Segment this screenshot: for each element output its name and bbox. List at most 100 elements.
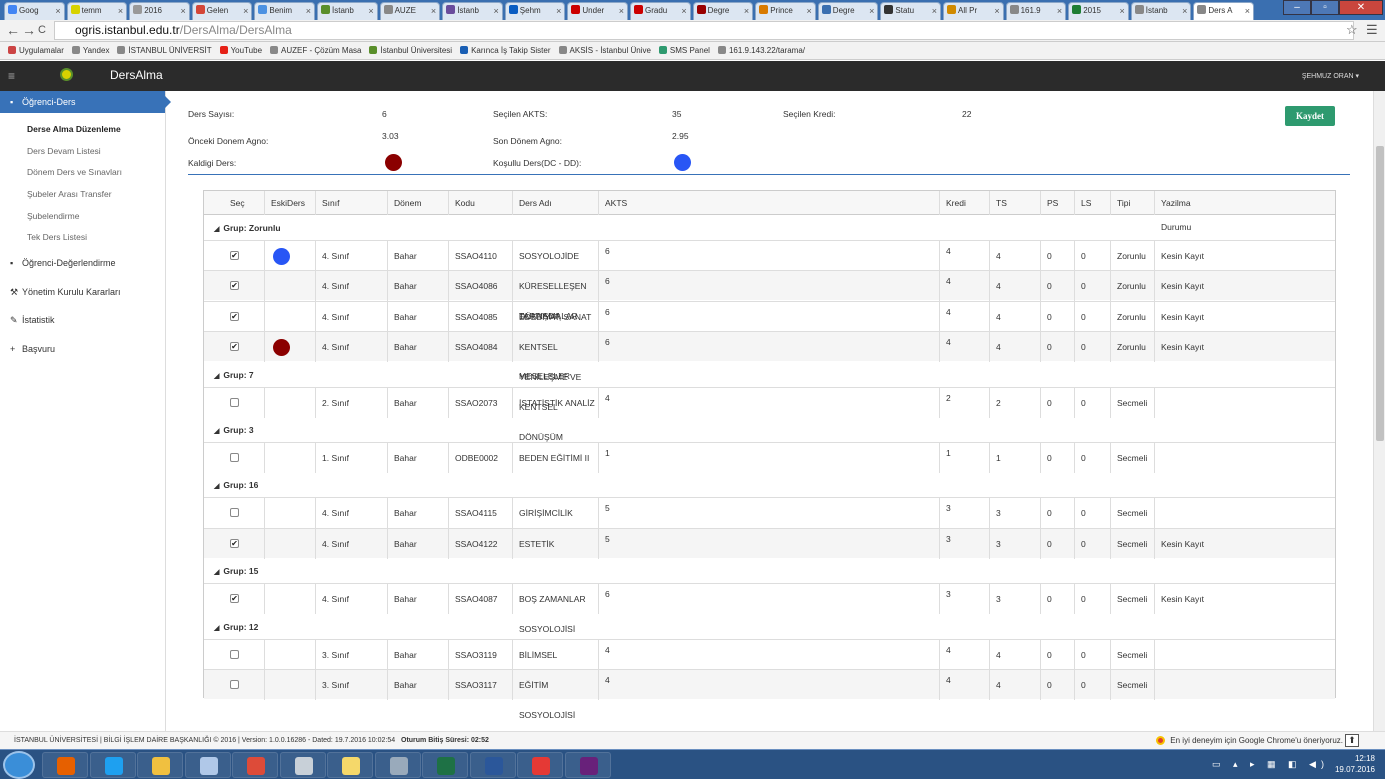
collapse-triangle-icon[interactable]: ◢ — [214, 428, 219, 435]
sidebar-subitem[interactable]: Şubelendirme — [0, 206, 165, 228]
group-row[interactable]: ◢ Grup: 3 — [204, 418, 1335, 442]
browser-tab[interactable]: Under × — [567, 2, 628, 20]
table-row[interactable]: ✔ 4. Sınıf Bahar SSAO4122 ESTETİK 5 3 3 0 0 Secmel… — [204, 527, 1335, 559]
table-row[interactable]: 3. Sınıf Bahar SSAO3117 EĞİTİM SOSYOLOJİSİ 4… — [204, 669, 1335, 720]
browser-tab[interactable]: Benim × — [254, 2, 315, 20]
bookmark-item[interactable]: AUZEF - Çözüm Masa — [270, 46, 361, 55]
reload-button[interactable]: C — [38, 24, 46, 36]
column-header[interactable]: AKTS — [598, 191, 939, 215]
tab-close-icon[interactable]: × — [932, 3, 937, 19]
tab-close-icon[interactable]: × — [118, 3, 123, 19]
forward-button[interactable]: → — [22, 22, 36, 38]
table-row[interactable]: ✔ 4. Sınıf Bahar SSAO4087 BOŞ ZAMANLAR SOSYO… — [204, 583, 1335, 634]
browser-menu-icon[interactable]: ☰ — [1366, 22, 1378, 38]
column-header[interactable]: Dönem — [387, 191, 448, 215]
taskbar-app-vs[interactable] — [564, 752, 611, 778]
group-row[interactable]: ◢ Grup: 16 — [204, 473, 1335, 497]
taskbar-app-excel[interactable] — [422, 752, 468, 778]
minimize-button[interactable]: ‒ — [1283, 0, 1311, 15]
tab-close-icon[interactable]: × — [869, 3, 874, 19]
column-header[interactable]: Tipi — [1110, 191, 1154, 215]
column-header[interactable]: Seç — [204, 191, 264, 215]
taskbar-app-camera[interactable] — [517, 752, 563, 778]
bookmark-item[interactable]: SMS Panel — [658, 46, 710, 55]
tab-close-icon[interactable]: × — [368, 3, 373, 19]
select-checkbox[interactable]: ✔ — [230, 342, 239, 352]
table-row[interactable]: 3. SınıfBaharSSAO3119BİLİMSEL GELİŞİMİN … — [204, 638, 1335, 690]
browser-tab[interactable]: All Pr × — [943, 2, 1004, 20]
scrollbar-thumb[interactable] — [1376, 146, 1384, 441]
bookmark-item[interactable]: İstanbul Üniversitesi — [369, 46, 452, 55]
sidebar-subitem[interactable]: Ders Devam Listesi — [0, 141, 165, 163]
group-row[interactable]: ◢ Grup: 7 — [204, 363, 1335, 387]
taskbar-app-firefox[interactable] — [42, 752, 88, 778]
column-header[interactable]: Kredi — [939, 191, 989, 215]
column-header[interactable]: PS — [1040, 191, 1074, 215]
sidebar-item[interactable]: + Başvuru — [0, 338, 165, 360]
collapse-triangle-icon[interactable]: ◢ — [214, 569, 219, 576]
browser-tab[interactable]: Degre × — [692, 2, 754, 20]
collapse-triangle-icon[interactable]: ◢ — [214, 226, 219, 233]
user-menu[interactable]: ŞEHMUZ ORAN ▾ — [1302, 72, 1359, 80]
taskbar-app-chrome[interactable] — [232, 752, 278, 778]
browser-tab[interactable]: İstanb × — [1130, 2, 1192, 20]
select-checkbox[interactable] — [230, 397, 239, 407]
page-scrollbar[interactable] — [1373, 91, 1385, 731]
bookmark-star-icon[interactable]: ☆ — [1346, 22, 1358, 38]
sidebar-subitem[interactable]: Derse Alma Düzenleme — [0, 119, 165, 141]
scroll-top-button[interactable]: ⬆ — [1345, 734, 1359, 747]
taskbar-app-explorer[interactable] — [137, 752, 183, 778]
table-row[interactable]: ✔ 4. Sınıf Bahar SSAO4084 KENTSEL YENİLEŞME … — [204, 331, 1335, 442]
browser-tab[interactable]: Şehm × — [504, 2, 566, 20]
app-brand[interactable]: DersAlma — [110, 68, 163, 82]
sidebar-subitem[interactable]: Şubeler Arası Transfer — [0, 184, 165, 206]
bookmark-item[interactable]: Karınca İş Takip Sister — [460, 46, 551, 55]
tab-close-icon[interactable]: × — [1057, 3, 1062, 19]
column-header[interactable]: LS — [1074, 191, 1110, 215]
table-row[interactable]: 2. Sınıf Bahar SSAO2073 İSTATİSTİK ANALİZ 4 2… — [204, 386, 1335, 418]
table-row[interactable]: 4. Sınıf Bahar SSAO4115 GİRİŞİMCİLİK 5 3 3 0 0 Se… — [204, 497, 1335, 529]
browser-tab[interactable]: Prince × — [755, 2, 816, 20]
browser-tab[interactable]: 2016 × — [129, 2, 190, 20]
back-button[interactable]: ← — [6, 22, 20, 38]
bookmark-item[interactable]: Yandex — [71, 46, 109, 55]
start-button[interactable] — [3, 751, 35, 779]
bookmark-item[interactable]: Uygulamalar — [8, 46, 64, 55]
sidebar-item[interactable]: ⚒ Yönetim Kurulu Kararları — [0, 281, 165, 303]
browser-tab[interactable]: AUZE × — [379, 2, 441, 20]
sidebar-item[interactable]: ▪ Öğrenci-Değerlendirme — [0, 252, 165, 274]
browser-tab[interactable]: 161.9 × — [1005, 2, 1067, 20]
browser-tab[interactable]: Goog × — [4, 2, 65, 20]
tab-close-icon[interactable]: × — [681, 3, 686, 19]
bookmark-item[interactable]: YouTube — [219, 46, 262, 55]
tab-close-icon[interactable]: × — [1182, 3, 1187, 19]
column-header[interactable]: EskiDers — [264, 191, 315, 215]
select-checkbox[interactable]: ✔ — [230, 281, 239, 291]
system-clock[interactable]: 12:18 19.07.2016 — [1335, 753, 1375, 775]
column-header[interactable]: Ders Adı — [512, 191, 598, 215]
group-row[interactable]: ◢ Grup: Zorunlu — [204, 216, 1335, 240]
menu-toggle-icon[interactable]: ≡ — [8, 69, 15, 83]
select-checkbox[interactable]: ✔ — [230, 311, 239, 321]
browser-tab[interactable]: İstanb × — [317, 2, 378, 20]
select-checkbox[interactable] — [230, 453, 239, 462]
tab-close-icon[interactable]: × — [306, 3, 311, 19]
tab-close-icon[interactable]: × — [994, 3, 999, 19]
sidebar-subitem[interactable]: Tek Ders Listesi — [0, 227, 165, 249]
column-header[interactable]: Kodu — [448, 191, 512, 215]
select-checkbox[interactable]: ✔ — [230, 538, 239, 548]
collapse-triangle-icon[interactable]: ◢ — [214, 483, 219, 490]
bookmark-item[interactable]: AKSİS - İstanbul Ünive — [558, 46, 651, 55]
bookmark-item[interactable]: İSTANBUL ÜNİVERSİT — [117, 46, 212, 55]
select-checkbox[interactable]: ✔ — [230, 251, 239, 260]
table-row[interactable]: ✔ 4. Sınıf Bahar SSAO4086 KÜRESELLEŞEN DÜNYA… — [204, 270, 1335, 381]
browser-tab[interactable]: İstanb × — [442, 2, 503, 20]
tab-close-icon[interactable]: × — [1120, 3, 1125, 19]
table-row[interactable]: ✔ 4. SınıfBaharSSAO4110SOSYOLOJİDE GÜNCEL… — [204, 240, 1335, 321]
save-button[interactable]: Kaydet — [1285, 106, 1335, 126]
tab-close-icon[interactable]: × — [556, 3, 561, 19]
maximize-button[interactable]: ▫ — [1311, 0, 1339, 15]
sidebar-subitem[interactable]: Dönem Ders ve Sınavları — [0, 162, 165, 184]
browser-tab[interactable]: Gelen × — [191, 2, 253, 20]
collapse-triangle-icon[interactable]: ◢ — [214, 625, 219, 632]
